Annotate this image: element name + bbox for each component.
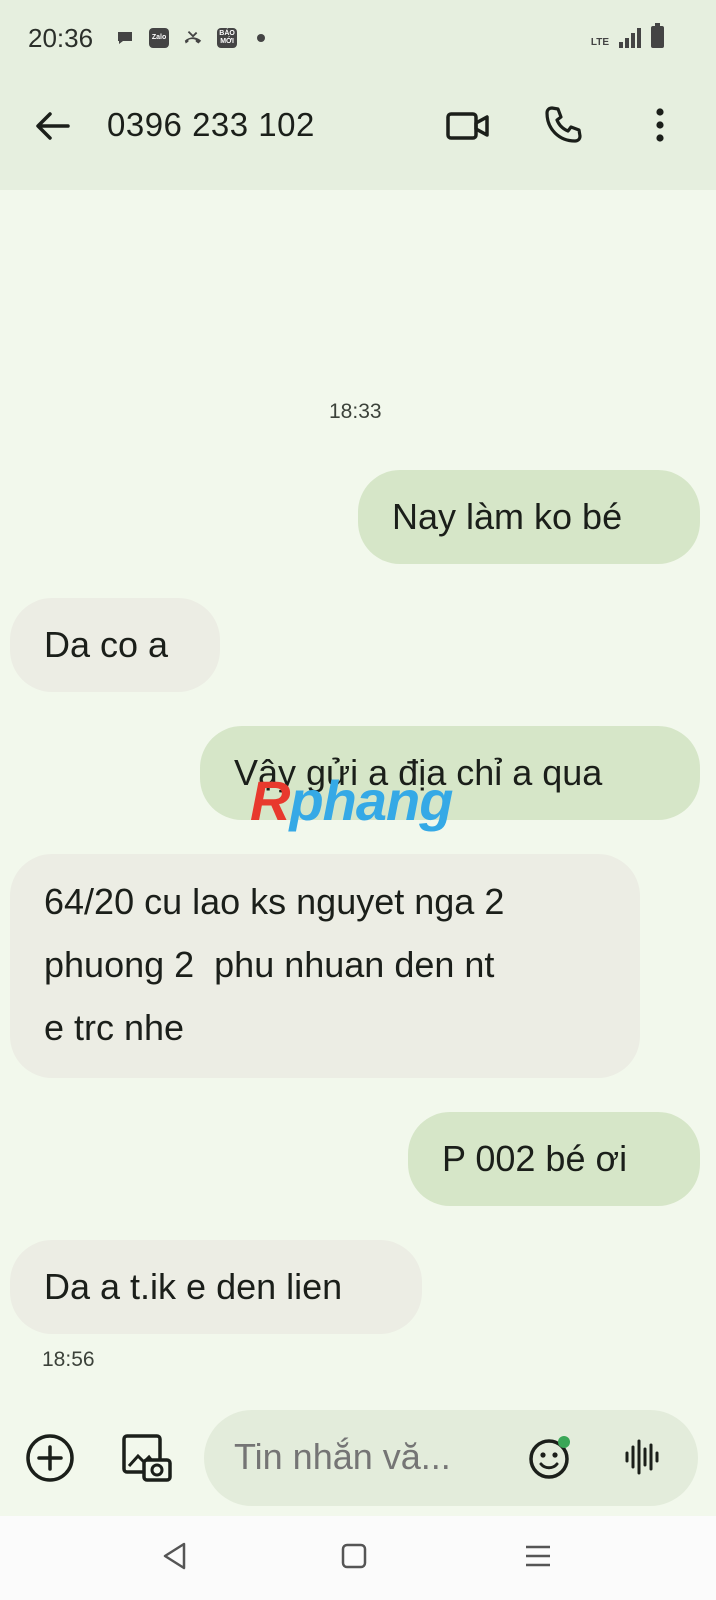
message-text: Nay làm ko bé <box>392 496 623 537</box>
outgoing-message[interactable]: P 002 bé ơi <box>408 1112 700 1206</box>
conversation-app-bar: 0396 233 102 <box>0 76 716 176</box>
outgoing-message[interactable]: Nay làm ko bé <box>358 470 700 564</box>
nav-back-icon[interactable] <box>154 1536 194 1576</box>
message-text-line: phuong 2 phu nhuan den nt <box>44 944 495 985</box>
notification-dot <box>257 34 266 42</box>
timestamp: 18:56 <box>42 1348 95 1371</box>
incoming-message[interactable]: Da co a <box>10 598 220 692</box>
incoming-message[interactable]: Da a t.ik e den lien <box>10 1240 422 1334</box>
nav-recents-icon[interactable] <box>518 1536 558 1576</box>
zalo-icon: Zalo <box>149 28 170 48</box>
network-type: LTE <box>590 37 609 48</box>
back-arrow-icon[interactable] <box>30 104 74 148</box>
signal-icon <box>619 28 641 48</box>
more-vert-icon[interactable] <box>640 102 680 148</box>
incoming-message[interactable]: 64/20 cu lao ks nguyet nga 2 phuong 2 ph… <box>10 854 640 1078</box>
message-composer[interactable] <box>204 1410 698 1506</box>
message-text-line: e trc nhe <box>44 1007 185 1048</box>
add-circle-icon[interactable] <box>22 1430 78 1486</box>
contact-phone-number: 0396 233 102 <box>107 106 315 143</box>
nav-home-icon[interactable] <box>334 1536 374 1576</box>
message-text: Da a t.ik e den lien <box>44 1266 343 1307</box>
status-bar: 20:36 Zalo BÁO MỚI LTE <box>0 0 716 76</box>
timestamp: 18:33 <box>329 400 382 423</box>
message-input[interactable] <box>234 1436 494 1478</box>
video-call-icon[interactable] <box>444 104 492 148</box>
message-text-line: 64/20 cu lao ks nguyet nga 2 <box>44 881 505 922</box>
battery-icon <box>651 23 664 48</box>
gallery-camera-icon[interactable] <box>118 1430 174 1486</box>
message-text: P 002 bé ơi <box>442 1138 628 1179</box>
watermark-logo: Rphang <box>250 769 453 832</box>
system-navigation-bar <box>0 1516 716 1600</box>
message-text: Da co a <box>44 624 169 665</box>
status-time: 20:36 <box>28 22 94 53</box>
status-system-icons: LTE <box>590 23 664 48</box>
status-notification-icons: Zalo BÁO MỚI <box>115 28 266 48</box>
missed-call-icon <box>183 28 203 48</box>
voice-wave-icon[interactable] <box>616 1432 666 1482</box>
emoji-icon[interactable] <box>526 1432 576 1482</box>
chat-icon <box>115 28 135 48</box>
baomoi-icon: BÁO MỚI <box>217 28 238 48</box>
phone-icon[interactable] <box>540 102 586 148</box>
